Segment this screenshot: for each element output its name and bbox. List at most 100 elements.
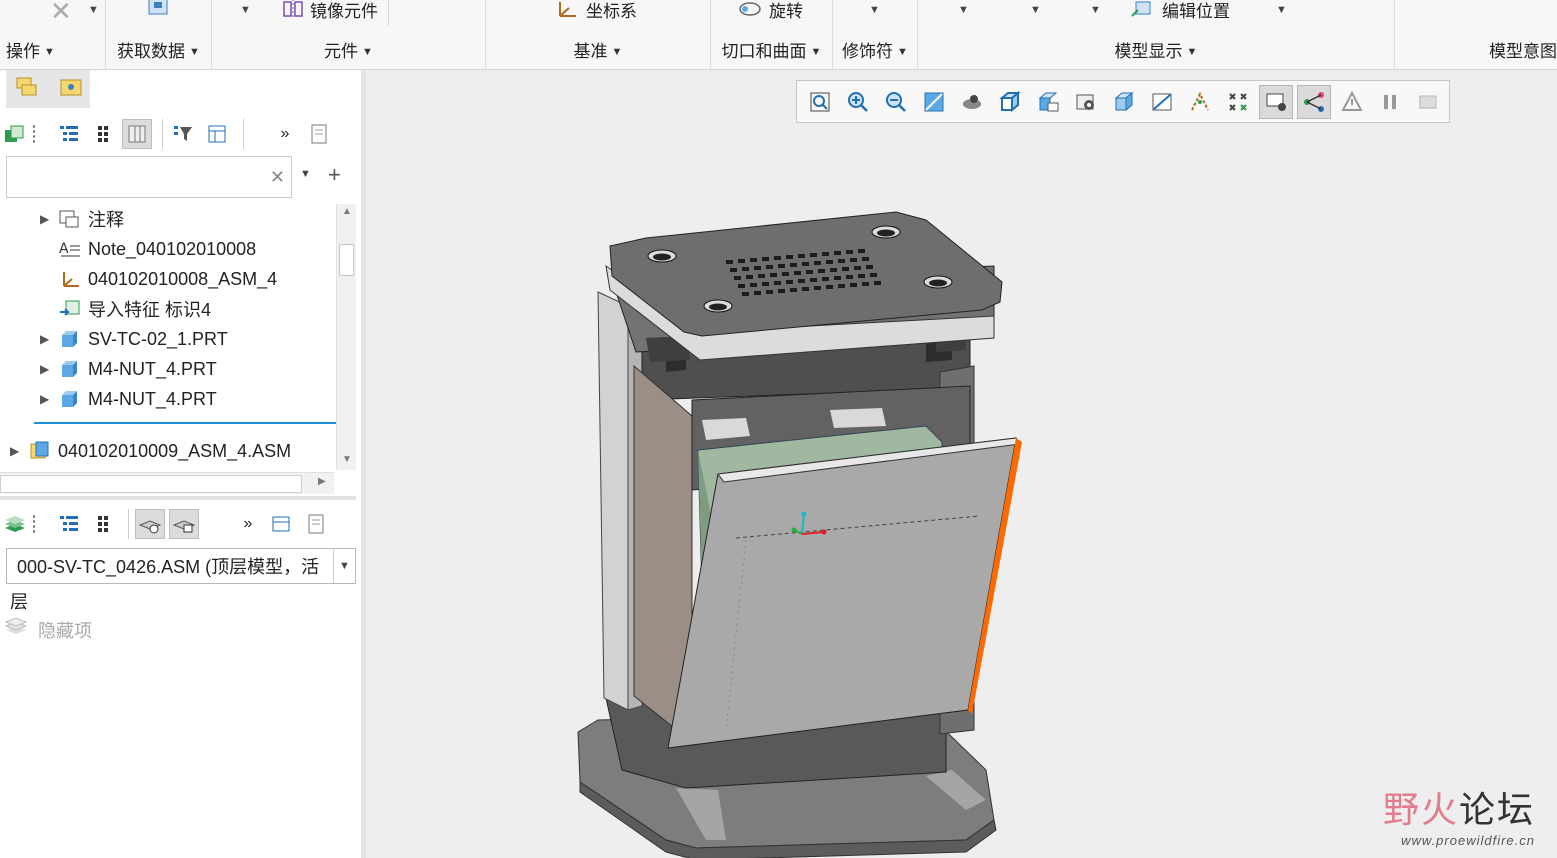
- ribbon: ✕ ▼ 操作 ▼ 获取数据 ▼ ▼ 镜像元件 元件 ▼ 坐标系 基准 ▼ 旋转 切口和曲…: [0, 0, 1557, 70]
- group-label-get-data: 获取数据: [117, 42, 186, 61]
- active-model-select[interactable]: 000-SV-TC_0426.ASM (顶层模型，活 ▼: [6, 548, 356, 584]
- expand-arrow-icon[interactable]: ▶: [40, 362, 54, 376]
- mirror-component-button[interactable]: 镜像元件: [282, 0, 378, 22]
- assembly-icon: [28, 440, 52, 462]
- chevron-down-icon[interactable]: ▼: [240, 4, 251, 16]
- front-door: [667, 437, 1017, 749]
- tree-item-label: SV-TC-02_1.PRT: [88, 328, 228, 349]
- group-cuts-surfaces[interactable]: 旋转 切口和曲面 ▼: [711, 0, 833, 70]
- chevron-down-icon[interactable]: ▼: [333, 549, 355, 583]
- csys-icon: [58, 268, 82, 290]
- model-tree-icon[interactable]: [0, 119, 30, 149]
- scroll-down-icon[interactable]: ▼: [342, 454, 352, 465]
- tree-row[interactable]: ▶ M4-NUT_4.PRT: [40, 384, 217, 414]
- chevron-down-icon: ▼: [1186, 46, 1198, 58]
- toolbar-grip[interactable]: [32, 514, 36, 534]
- scroll-thumb[interactable]: [0, 475, 302, 493]
- chevron-down-icon[interactable]: ▼: [869, 4, 880, 16]
- chevron-down-icon: ▼: [810, 46, 822, 58]
- layer-document-icon[interactable]: [301, 509, 331, 539]
- expand-arrow-icon[interactable]: ▶: [40, 212, 54, 226]
- assembly-model[interactable]: [366, 70, 1557, 858]
- layer-visibility-icon[interactable]: [135, 509, 165, 539]
- get-data-icon[interactable]: [146, 0, 172, 20]
- group-model-display[interactable]: ▼ ▼ ▼ 编辑位置 ▼ 模型显示 ▼: [918, 0, 1395, 70]
- layers-icon[interactable]: [0, 509, 30, 539]
- tree-row[interactable]: ▶ SV-TC-02_1.PRT: [40, 324, 228, 354]
- tree-item-label: M4-NUT_4.PRT: [88, 388, 217, 409]
- watermark-title-a: 野火: [1382, 790, 1459, 831]
- group-operations[interactable]: ✕ ▼ 操作 ▼: [0, 0, 106, 70]
- model-tree-tab-icon[interactable]: [14, 75, 40, 104]
- graphics-viewport[interactable]: 野火论坛 www.proewildfire.cn: [366, 70, 1557, 858]
- scroll-right-icon[interactable]: ▶: [318, 476, 326, 487]
- chevron-down-icon: ▼: [897, 46, 908, 58]
- svg-text:A: A: [59, 241, 69, 257]
- group-label-cuts-surfaces: 切口和曲面: [721, 42, 807, 61]
- tree-settings-icon[interactable]: [203, 119, 233, 149]
- group-label-model-display: 模型显示: [1114, 42, 1183, 61]
- clear-search-icon[interactable]: ✕: [270, 167, 285, 188]
- search-text[interactable]: [7, 157, 257, 195]
- tree-vertical-scrollbar[interactable]: ▲ ▼: [336, 204, 356, 470]
- scroll-up-icon[interactable]: ▲: [342, 206, 352, 217]
- chevron-down-icon[interactable]: ▼: [1030, 4, 1041, 16]
- model-tree-search-input[interactable]: ✕: [6, 156, 292, 198]
- insert-indicator[interactable]: [34, 422, 336, 424]
- coordinate-system-button[interactable]: 坐标系: [556, 0, 637, 22]
- expand-tree-icon[interactable]: [54, 119, 84, 149]
- search-dropdown-icon[interactable]: ▼: [300, 168, 311, 180]
- layer-settings-icon[interactable]: [267, 509, 297, 539]
- group-datum[interactable]: 坐标系 基准 ▼: [486, 0, 711, 70]
- tree-document-icon[interactable]: [304, 119, 334, 149]
- hidden-items-row[interactable]: 隐藏项: [4, 616, 92, 643]
- tree-columns-icon[interactable]: [122, 119, 152, 149]
- layer-header: 层: [10, 592, 28, 612]
- overflow-chevron-icon[interactable]: »: [233, 509, 263, 539]
- chevron-down-icon[interactable]: ▼: [958, 4, 969, 16]
- import-feature-icon: [58, 298, 82, 320]
- layer-properties-icon[interactable]: [169, 509, 199, 539]
- tree-row[interactable]: ▶ M4-NUT_4.PRT: [40, 354, 217, 384]
- collapse-tree-icon[interactable]: [88, 119, 118, 149]
- tree-row[interactable]: ▶ 注释: [40, 204, 124, 234]
- add-icon[interactable]: +: [328, 162, 341, 188]
- collapse-tree-icon[interactable]: [88, 509, 118, 539]
- chevron-down-icon[interactable]: ▼: [1090, 4, 1101, 16]
- panel-splitter[interactable]: [0, 496, 356, 500]
- tree-row[interactable]: 导入特征 标识4: [54, 294, 211, 324]
- tree-item-label: 040102010008_ASM_4: [88, 268, 278, 289]
- group-get-data[interactable]: 获取数据 ▼: [106, 0, 212, 70]
- chevron-down-icon[interactable]: ▼: [1276, 4, 1287, 16]
- expand-arrow-icon[interactable]: ▶: [40, 392, 54, 406]
- tree-item-label: M4-NUT_4.PRT: [88, 358, 217, 379]
- tree-row[interactable]: 040102010008_ASM_4: [54, 264, 277, 294]
- part-icon: [58, 358, 82, 380]
- csys-icon: [559, 2, 576, 17]
- group-modifiers[interactable]: ▼ 修饰符 ▼: [833, 0, 918, 70]
- tree-filter-icon[interactable]: [169, 119, 199, 149]
- group-label-operations: 操作: [6, 42, 40, 61]
- revolve-label: 旋转: [769, 1, 803, 21]
- revolve-button[interactable]: 旋转: [737, 0, 803, 22]
- scroll-thumb[interactable]: [339, 244, 354, 276]
- tree-horizontal-scrollbar[interactable]: ▶: [0, 472, 334, 494]
- expand-arrow-icon[interactable]: ▶: [40, 332, 54, 346]
- hidden-items-label: 隐藏项: [38, 620, 92, 641]
- toolbar-grip[interactable]: [32, 124, 36, 144]
- overflow-chevron-icon[interactable]: »: [270, 119, 300, 149]
- hidden-layer-icon: [4, 616, 30, 643]
- expand-arrow-icon[interactable]: ▶: [10, 444, 24, 458]
- expand-tree-icon[interactable]: [54, 509, 84, 539]
- edit-position-button[interactable]: 编辑位置: [1130, 0, 1230, 22]
- tree-row[interactable]: ▶ 040102010009_ASM_4.ASM: [10, 436, 291, 466]
- tree-item-label: 040102010009_ASM_4.ASM: [58, 440, 292, 461]
- chevron-down-icon[interactable]: ▼: [88, 4, 99, 16]
- folder-browser-tab-icon[interactable]: [58, 75, 84, 104]
- tree-row[interactable]: A Note_040102010008: [54, 234, 256, 264]
- group-components[interactable]: ▼ 镜像元件 元件 ▼: [212, 0, 486, 70]
- watermark-url: www.proewildfire.cn: [1401, 833, 1535, 848]
- mirror-component-label: 镜像元件: [310, 1, 378, 21]
- group-model-intent[interactable]: 模型意图: [1395, 0, 1557, 70]
- delete-icon[interactable]: ✕: [50, 0, 72, 26]
